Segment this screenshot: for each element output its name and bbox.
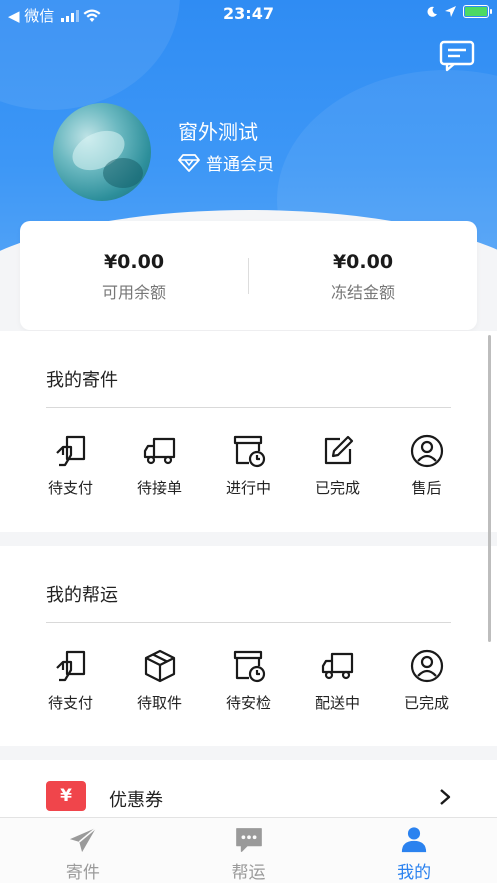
edit-icon bbox=[324, 435, 353, 465]
avatar[interactable] bbox=[53, 103, 151, 201]
location-arrow-icon bbox=[445, 6, 456, 17]
shipment-status-row: 待支付 待接单 进行中 已完成 售后 bbox=[26, 433, 471, 498]
tab-label: 我的 bbox=[397, 863, 432, 883]
user-service-icon bbox=[410, 649, 443, 683]
status-bar: ◀ 微信 23:47 bbox=[0, 0, 497, 30]
diamond-icon bbox=[178, 153, 200, 172]
box-clock-icon bbox=[233, 650, 265, 683]
frozen-balance[interactable]: ¥0.00 冻结金额 bbox=[249, 251, 477, 303]
balance-card: ¥0.00 可用余额 ¥0.00 冻结金额 bbox=[20, 221, 477, 330]
tab-send[interactable]: 寄件 bbox=[0, 818, 166, 883]
moon-icon bbox=[427, 6, 437, 17]
chevron-right-icon bbox=[440, 789, 451, 805]
delivery-awaiting-inspection[interactable]: 待安检 bbox=[204, 648, 293, 713]
shipment-awaiting-accept[interactable]: 待接单 bbox=[115, 433, 204, 498]
tab-label: 寄件 bbox=[65, 863, 100, 883]
delivery-pending-payment[interactable]: 待支付 bbox=[26, 648, 115, 713]
tab-help-carry[interactable]: 帮运 bbox=[166, 818, 332, 883]
available-amount: ¥0.00 bbox=[103, 251, 165, 273]
frozen-label: 冻结金额 bbox=[330, 283, 395, 302]
tab-label: 帮运 bbox=[231, 863, 266, 883]
coupon-row[interactable]: ¥ 优惠券 bbox=[0, 760, 497, 820]
username: 窗外测试 bbox=[178, 120, 258, 144]
pending-payment-icon bbox=[55, 650, 85, 682]
user-icon bbox=[402, 827, 427, 853]
available-balance[interactable]: ¥0.00 可用余额 bbox=[20, 251, 248, 303]
shipment-pending-payment[interactable]: 待支付 bbox=[26, 433, 115, 498]
shipment-after-sales[interactable]: 售后 bbox=[382, 433, 471, 498]
divider bbox=[46, 622, 451, 623]
delivery-in-transit[interactable]: 配送中 bbox=[293, 648, 382, 713]
scrollbar[interactable] bbox=[488, 335, 491, 642]
package-icon bbox=[144, 649, 175, 683]
section-title: 我的寄件 bbox=[46, 370, 118, 391]
battery-icon bbox=[463, 5, 492, 18]
my-deliveries-section: 我的帮运 待支付 待取件 待安检 配送中 已完成 bbox=[0, 546, 497, 746]
chat-dots-icon bbox=[235, 828, 262, 852]
truck-icon bbox=[321, 652, 353, 680]
paper-plane-icon bbox=[69, 827, 97, 853]
divider bbox=[46, 407, 451, 408]
tab-bar: 寄件 帮运 我的 bbox=[0, 817, 497, 883]
delivery-status-row: 待支付 待取件 待安检 配送中 已完成 bbox=[26, 648, 471, 713]
my-shipments-section: 我的寄件 待支付 待接单 进行中 已完成 售后 bbox=[0, 331, 497, 532]
coupon-label: 优惠券 bbox=[109, 790, 163, 811]
truck-icon bbox=[143, 437, 175, 465]
frozen-amount: ¥0.00 bbox=[332, 251, 394, 273]
coupon-icon: ¥ bbox=[46, 781, 86, 811]
available-label: 可用余额 bbox=[101, 283, 166, 302]
delivery-awaiting-pickup[interactable]: 待取件 bbox=[115, 648, 204, 713]
shipment-completed[interactable]: 已完成 bbox=[293, 433, 382, 498]
tab-mine[interactable]: 我的 bbox=[331, 818, 497, 883]
delivery-completed[interactable]: 已完成 bbox=[382, 648, 471, 713]
status-time: 23:47 bbox=[223, 4, 274, 23]
status-right bbox=[426, 5, 492, 18]
pending-payment-icon bbox=[55, 435, 85, 467]
user-service-icon bbox=[410, 434, 443, 468]
message-icon[interactable] bbox=[439, 40, 475, 72]
membership-label: 普通会员 bbox=[206, 155, 274, 175]
section-title: 我的帮运 bbox=[46, 585, 118, 606]
box-clock-icon bbox=[233, 435, 265, 468]
shipment-in-progress[interactable]: 进行中 bbox=[204, 433, 293, 498]
membership-level: 普通会员 bbox=[178, 150, 274, 175]
